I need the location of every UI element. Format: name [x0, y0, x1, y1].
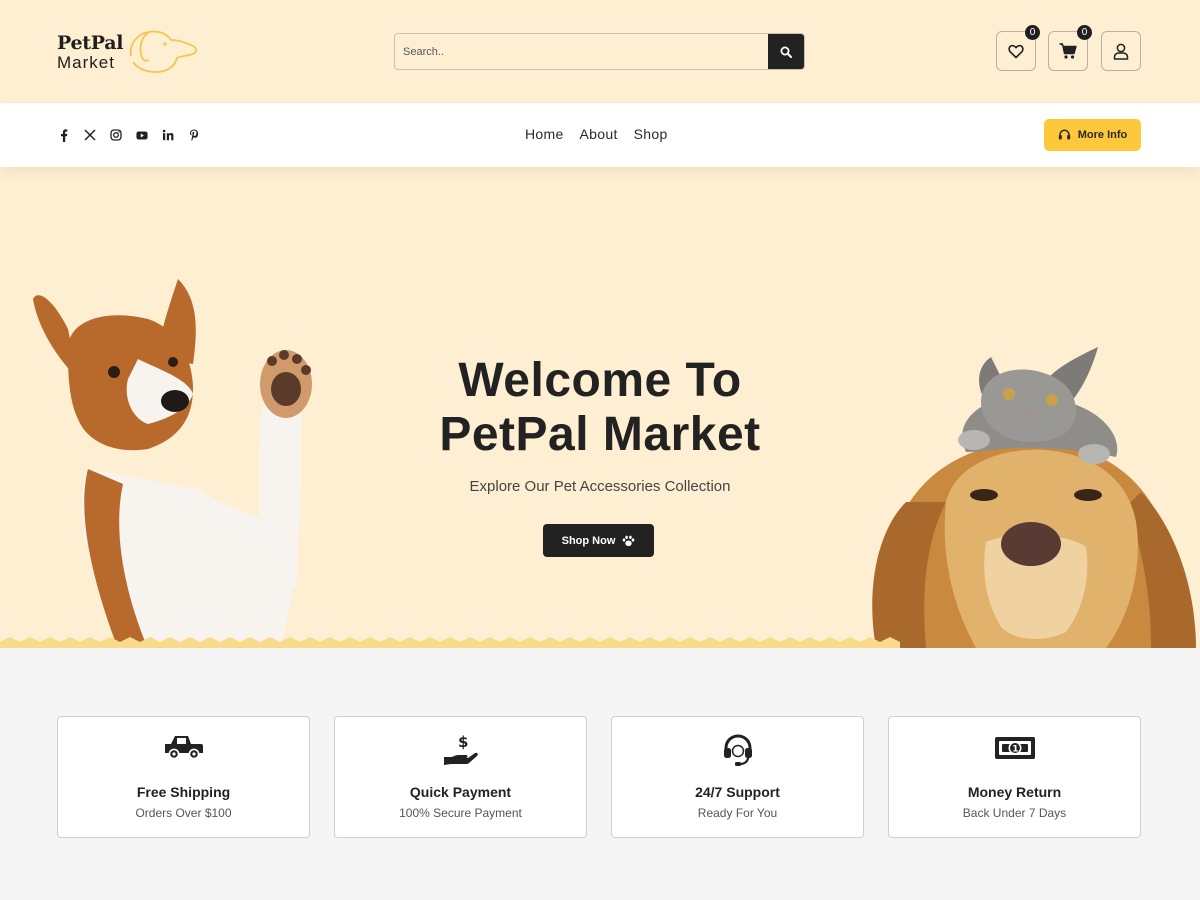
wishlist-count-badge: 0: [1025, 25, 1040, 40]
hero-subtitle: Explore Our Pet Accessories Collection: [469, 478, 731, 495]
shop-now-label: Shop Now: [561, 534, 616, 547]
cart-count-badge: 0: [1077, 25, 1092, 40]
cart-button[interactable]: 0: [1048, 25, 1092, 71]
more-info-button[interactable]: More Info: [1044, 119, 1141, 151]
svg-text:$: $: [458, 733, 468, 751]
zigzag-divider: [0, 637, 900, 648]
account-button[interactable]: [1101, 31, 1141, 71]
hero-title-line2: PetPal Market: [439, 408, 761, 461]
feature-card-free-shipping: Free Shipping Orders Over $100: [57, 716, 310, 838]
cart-icon: [1059, 43, 1077, 59]
main-navbar: Home About Shop More Info: [0, 103, 1200, 167]
nav-link-home[interactable]: Home: [525, 126, 564, 142]
social-links: [58, 128, 200, 142]
feature-title: Quick Payment: [409, 784, 512, 800]
search-button[interactable]: [768, 34, 804, 69]
payment-hand-icon: $: [443, 733, 478, 765]
wishlist-button[interactable]: 0: [996, 25, 1040, 71]
nav-link-shop[interactable]: Shop: [634, 126, 668, 142]
truck-icon: [164, 736, 203, 760]
money-bill-icon: 1: [994, 737, 1035, 759]
youtube-icon[interactable]: [136, 129, 148, 141]
paw-icon: [623, 535, 635, 546]
feature-subtitle: Orders Over $100: [135, 806, 232, 820]
user-icon: [1113, 43, 1129, 60]
dog-waving-image: [33, 279, 312, 648]
pinterest-icon[interactable]: [188, 129, 200, 141]
search-bar: [394, 33, 805, 70]
feature-card-quick-payment: $ Quick Payment 100% Secure Payment: [334, 716, 587, 838]
feature-cards: Free Shipping Orders Over $100 $ Quick P…: [57, 716, 1141, 838]
x-twitter-icon[interactable]: [84, 129, 96, 141]
instagram-icon[interactable]: [110, 129, 122, 141]
search-icon: [780, 46, 792, 58]
brand-logo[interactable]: PetPal Market: [57, 28, 207, 78]
hero-title: Welcome To PetPal Market: [400, 354, 800, 462]
svg-text:1: 1: [1012, 745, 1018, 755]
brand-name-line1: PetPal: [57, 32, 124, 54]
headset-icon: [723, 734, 752, 766]
main-menu: Home About Shop: [525, 126, 668, 142]
feature-title: Money Return: [967, 784, 1062, 800]
search-input[interactable]: [395, 34, 768, 69]
feature-title: Free Shipping: [136, 784, 231, 800]
feature-title: 24/7 Support: [695, 784, 780, 800]
feature-subtitle: Ready For You: [697, 806, 778, 820]
hero-title-line1: Welcome To: [458, 354, 742, 407]
dog-and-cat-image: [872, 347, 1196, 648]
shop-now-button[interactable]: Shop Now: [543, 524, 654, 557]
more-info-label: More Info: [1077, 129, 1128, 141]
linkedin-icon[interactable]: [162, 129, 174, 141]
feature-subtitle: Back Under 7 Days: [962, 806, 1067, 820]
nav-link-about[interactable]: About: [580, 126, 618, 142]
feature-card-support: 24/7 Support Ready For You: [611, 716, 864, 838]
headset-icon: [1058, 129, 1070, 140]
hero-banner: Welcome To PetPal Market Explore Our Pet…: [0, 167, 1200, 648]
heart-icon: [1008, 44, 1024, 58]
feature-card-money-return: 1 Money Return Back Under 7 Days: [888, 716, 1141, 838]
brand-name-line2: Market: [57, 53, 115, 72]
dog-logo-icon: [129, 30, 197, 73]
feature-subtitle: 100% Secure Payment: [399, 806, 522, 820]
facebook-icon[interactable]: [58, 128, 70, 142]
site-header: PetPal Market 0 0: [0, 0, 1200, 103]
